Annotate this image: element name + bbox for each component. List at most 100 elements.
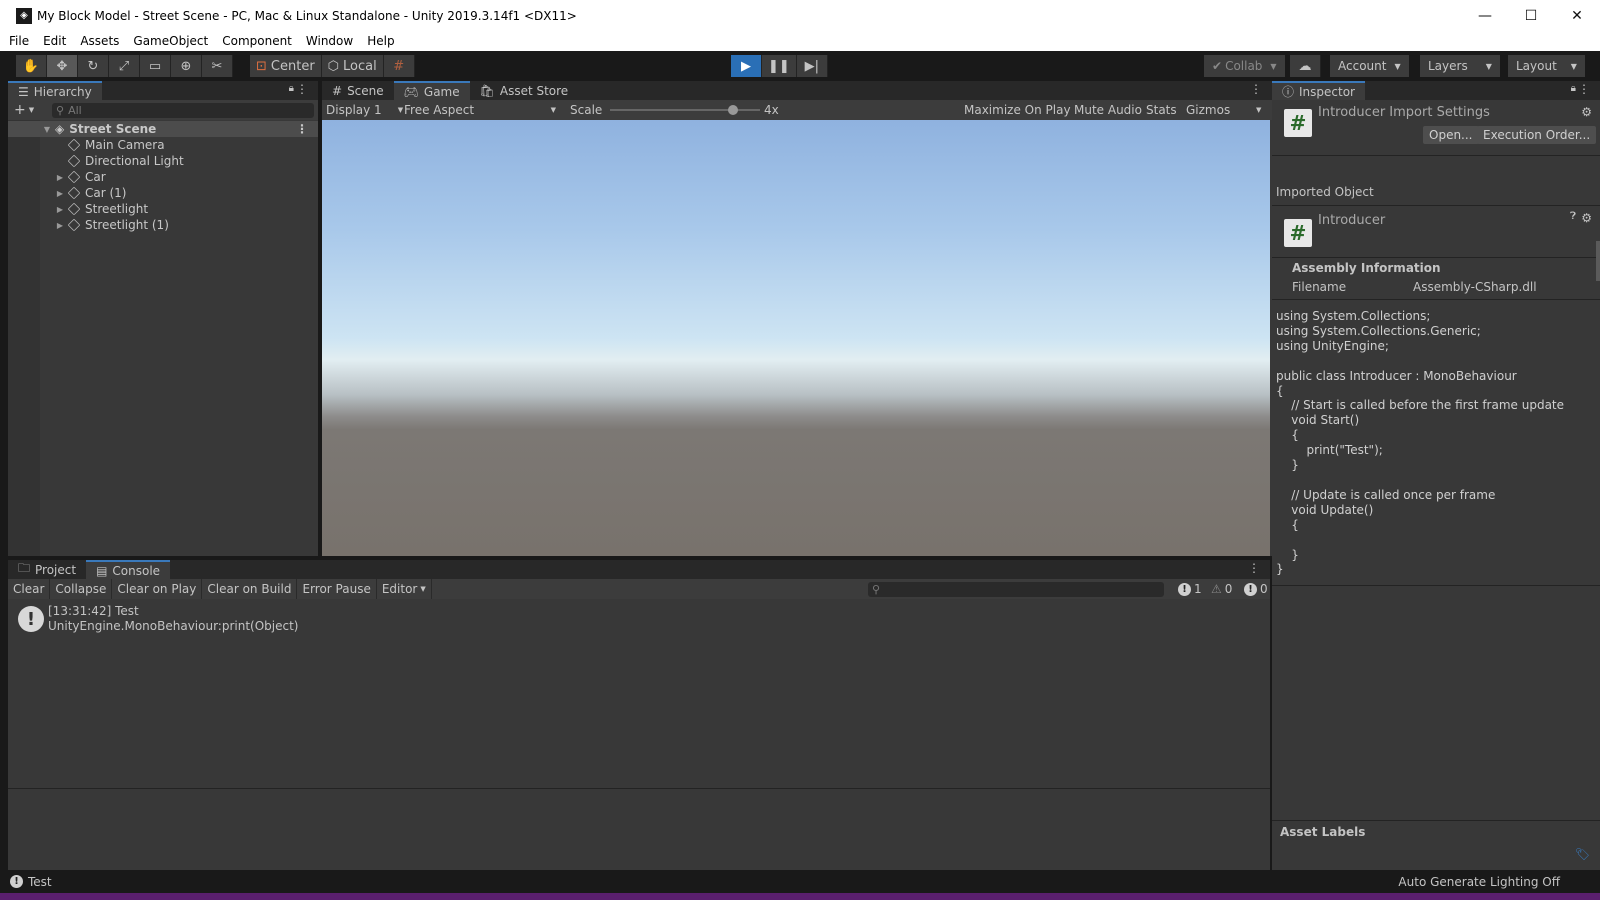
- aspect-dropdown[interactable]: Free Aspect ▼: [404, 103, 556, 117]
- help-icon[interactable]: ❓︎: [1570, 211, 1576, 222]
- expand-triangle-icon[interactable]: ▶: [55, 205, 65, 214]
- console-entry[interactable]: ! [13:31:42] Test UnityEngine.MonoBehavi…: [8, 602, 1270, 636]
- settings-icon[interactable]: ⚙: [1581, 211, 1592, 225]
- hierarchy-item[interactable]: ▶ Streetlight (1): [8, 217, 318, 233]
- display-dropdown[interactable]: Display 1 ▼: [326, 103, 403, 117]
- execution-order-button[interactable]: Execution Order...: [1477, 126, 1597, 144]
- lock-icon[interactable]: 🔒︎: [1571, 83, 1576, 94]
- menu-assets[interactable]: Assets: [80, 34, 119, 48]
- info-icon: !: [18, 606, 44, 632]
- grid-snap-icon[interactable]: #: [383, 55, 415, 77]
- rotate-tool-icon[interactable]: ↻: [78, 55, 109, 77]
- hierarchy-item[interactable]: ▶ Car (1): [8, 185, 318, 201]
- scene-root-item[interactable]: ▼ ◈ Street Scene ⋮: [8, 121, 318, 137]
- hierarchy-item-label: Streetlight (1): [85, 218, 169, 232]
- tab-inspector[interactable]: ⓘ Inspector: [1272, 81, 1365, 100]
- console-splitter[interactable]: [8, 788, 1270, 789]
- rect-tool-icon[interactable]: ▭: [140, 55, 171, 77]
- lock-icon[interactable]: 🔒︎: [289, 83, 294, 94]
- scale-slider-knob[interactable]: [728, 105, 738, 115]
- menu-window[interactable]: Window: [306, 34, 353, 48]
- grid-icon: #: [332, 83, 343, 98]
- script-file-icon: #: [1284, 219, 1312, 247]
- custom-tool-icon[interactable]: ✂: [202, 55, 233, 77]
- collapse-button[interactable]: Collapse: [50, 579, 113, 599]
- open-button[interactable]: Open...: [1423, 126, 1479, 144]
- expand-triangle-icon[interactable]: ▶: [55, 221, 65, 230]
- menu-gameobject[interactable]: GameObject: [133, 34, 208, 48]
- chevron-down-icon[interactable]: ▼: [29, 106, 34, 114]
- tab-game[interactable]: 🎮︎ Game: [393, 81, 470, 100]
- add-icon[interactable]: +: [14, 102, 26, 118]
- collab-dropdown[interactable]: ✔ Collab ▼: [1204, 55, 1285, 77]
- clear-on-play-button[interactable]: Clear on Play: [112, 579, 203, 599]
- editor-dropdown[interactable]: Editor ▼: [377, 579, 432, 599]
- error-count: 0: [1260, 582, 1268, 596]
- hierarchy-item[interactable]: Directional Light: [8, 153, 318, 169]
- transform-tool-icon[interactable]: ⊕: [171, 55, 202, 77]
- aspect-label: Free Aspect: [404, 103, 475, 117]
- game-viewport[interactable]: [322, 120, 1270, 556]
- maximize-on-play-toggle[interactable]: Maximize On Play: [964, 103, 1071, 117]
- expand-triangle-icon[interactable]: ▶: [55, 173, 65, 182]
- tab-hierarchy[interactable]: ☰ Hierarchy: [8, 81, 102, 100]
- kebab-menu-icon[interactable]: ⋮: [296, 82, 308, 96]
- clear-on-build-button[interactable]: Clear on Build: [202, 579, 298, 599]
- play-button[interactable]: ▶: [731, 55, 762, 77]
- hierarchy-item-label: Streetlight: [85, 202, 149, 216]
- gameobject-icon: [67, 202, 81, 216]
- hierarchy-search-input[interactable]: ⚲ All: [52, 102, 314, 118]
- lighting-status[interactable]: Auto Generate Lighting Off: [1398, 875, 1560, 889]
- mute-audio-toggle[interactable]: Mute Audio: [1074, 103, 1142, 117]
- gizmos-toggle[interactable]: Gizmos: [1186, 103, 1230, 117]
- scale-tool-icon[interactable]: ⤢: [109, 55, 140, 77]
- layers-dropdown[interactable]: Layers ▼: [1420, 55, 1500, 77]
- menu-help[interactable]: Help: [367, 34, 394, 48]
- error-count-toggle[interactable]: ! 0: [1244, 582, 1268, 596]
- kebab-menu-icon[interactable]: ⋮: [1250, 82, 1262, 96]
- menu-file[interactable]: File: [9, 34, 29, 48]
- hand-tool-icon[interactable]: ✋: [16, 55, 47, 77]
- chevron-down-icon: ▼: [1485, 61, 1492, 71]
- maximize-button[interactable]: ☐: [1508, 0, 1554, 31]
- layout-dropdown[interactable]: Layout ▼: [1508, 55, 1585, 77]
- menu-component[interactable]: Component: [222, 34, 292, 48]
- step-button[interactable]: ▶|: [796, 55, 828, 77]
- expand-triangle-icon[interactable]: ▶: [55, 189, 65, 198]
- tab-scene[interactable]: # Scene: [322, 81, 394, 100]
- chevron-down-icon[interactable]: ▼: [1256, 106, 1261, 114]
- layout-label: Layout: [1516, 59, 1557, 73]
- menu-edit[interactable]: Edit: [43, 34, 66, 48]
- cloud-icon[interactable]: ☁: [1290, 55, 1321, 77]
- status-message[interactable]: Test: [28, 875, 52, 889]
- log-count-toggle[interactable]: ! 1: [1178, 582, 1202, 596]
- hierarchy-item[interactable]: ▶ Streetlight: [8, 201, 318, 217]
- console-search-input[interactable]: ⚲: [868, 582, 1164, 597]
- hierarchy-item[interactable]: ▶ Car: [8, 169, 318, 185]
- expand-triangle-icon[interactable]: ▼: [42, 125, 52, 134]
- close-button[interactable]: ✕: [1554, 0, 1600, 31]
- settings-icon[interactable]: ⚙: [1581, 105, 1592, 119]
- kebab-menu-icon[interactable]: ⋮: [1248, 561, 1260, 575]
- kebab-menu-icon[interactable]: ⋮: [1578, 82, 1590, 96]
- kebab-menu-icon[interactable]: ⋮: [296, 122, 308, 136]
- console-entry-line1: [13:31:42] Test: [48, 604, 139, 618]
- warning-count-toggle[interactable]: ⚠ 0: [1211, 582, 1232, 596]
- imported-object-label: Imported Object: [1276, 185, 1374, 199]
- inspector-scrollbar[interactable]: [1596, 241, 1600, 281]
- tag-icon[interactable]: 🏷︎: [1575, 847, 1590, 861]
- clear-button[interactable]: Clear: [8, 579, 51, 599]
- minimize-button[interactable]: —: [1462, 0, 1508, 31]
- move-tool-icon[interactable]: ✥: [47, 55, 78, 77]
- tab-project[interactable]: 🗀 Project: [8, 560, 86, 579]
- pause-button[interactable]: ❚❚: [762, 55, 797, 77]
- pivot-center-toggle[interactable]: ⊡ Center: [250, 55, 322, 77]
- tab-console[interactable]: ▤ Console: [86, 560, 171, 579]
- pivot-local-toggle[interactable]: ⬡ Local: [321, 55, 384, 77]
- account-dropdown[interactable]: Account ▼: [1330, 55, 1409, 77]
- hierarchy-item[interactable]: Main Camera: [8, 137, 318, 153]
- tab-asset-store[interactable]: 🛍︎ Asset Store: [470, 81, 579, 100]
- stats-toggle[interactable]: Stats: [1146, 103, 1177, 117]
- error-pause-button[interactable]: Error Pause: [297, 579, 377, 599]
- gameobject-icon: [67, 186, 81, 200]
